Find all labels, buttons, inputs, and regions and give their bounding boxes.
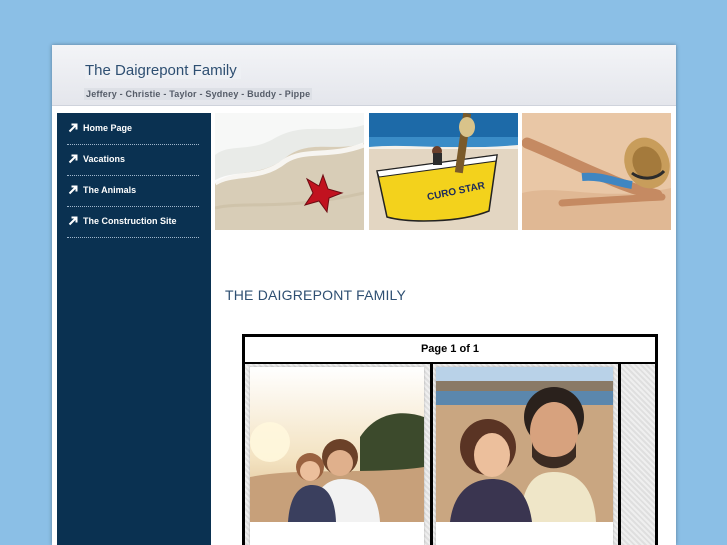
- gallery-cell: [245, 364, 430, 545]
- nav-label: Vacations: [83, 154, 126, 164]
- nav-item-vacations[interactable]: Vacations: [67, 144, 199, 176]
- page-heading: THE DAIGREPONT FAMILY: [225, 287, 407, 303]
- nav-label: The Animals: [83, 185, 137, 195]
- page-container: The Daigrepont Family Jeffery - Christie…: [52, 45, 676, 545]
- banner-photo-boat: CURO STAR: [369, 113, 518, 230]
- site-header: The Daigrepont Family Jeffery - Christie…: [52, 45, 676, 106]
- arrow-up-right-icon: [68, 185, 78, 195]
- nav-item-home-page[interactable]: Home Page: [67, 113, 199, 145]
- gallery-pager: Page 1 of 1: [245, 337, 655, 364]
- nav-item-the-construction-site[interactable]: The Construction Site: [67, 206, 199, 238]
- arrow-up-right-icon: [68, 216, 78, 226]
- site-title[interactable]: The Daigrepont Family: [85, 62, 241, 79]
- sidebar-nav: Home Page Vacations The Animals The Cons…: [57, 113, 211, 545]
- gallery-thumbnail-2[interactable]: [436, 367, 613, 545]
- nav-label: Home Page: [83, 123, 133, 133]
- site-tagline: Jeffery - Christie - Taylor - Sydney - B…: [84, 88, 313, 100]
- photo-gallery: Page 1 of 1: [242, 334, 658, 545]
- arrow-up-right-icon: [68, 123, 78, 133]
- banner-photo-starfish: [215, 113, 364, 230]
- gallery-cell-empty: [621, 364, 655, 545]
- gallery-thumbnail-1[interactable]: [250, 367, 424, 545]
- nav-label: The Construction Site: [83, 216, 177, 226]
- arrow-up-right-icon: [68, 154, 78, 164]
- gallery-cell: [433, 364, 618, 545]
- nav-item-the-animals[interactable]: The Animals: [67, 175, 199, 207]
- banner-photo-sunbather: [522, 113, 671, 230]
